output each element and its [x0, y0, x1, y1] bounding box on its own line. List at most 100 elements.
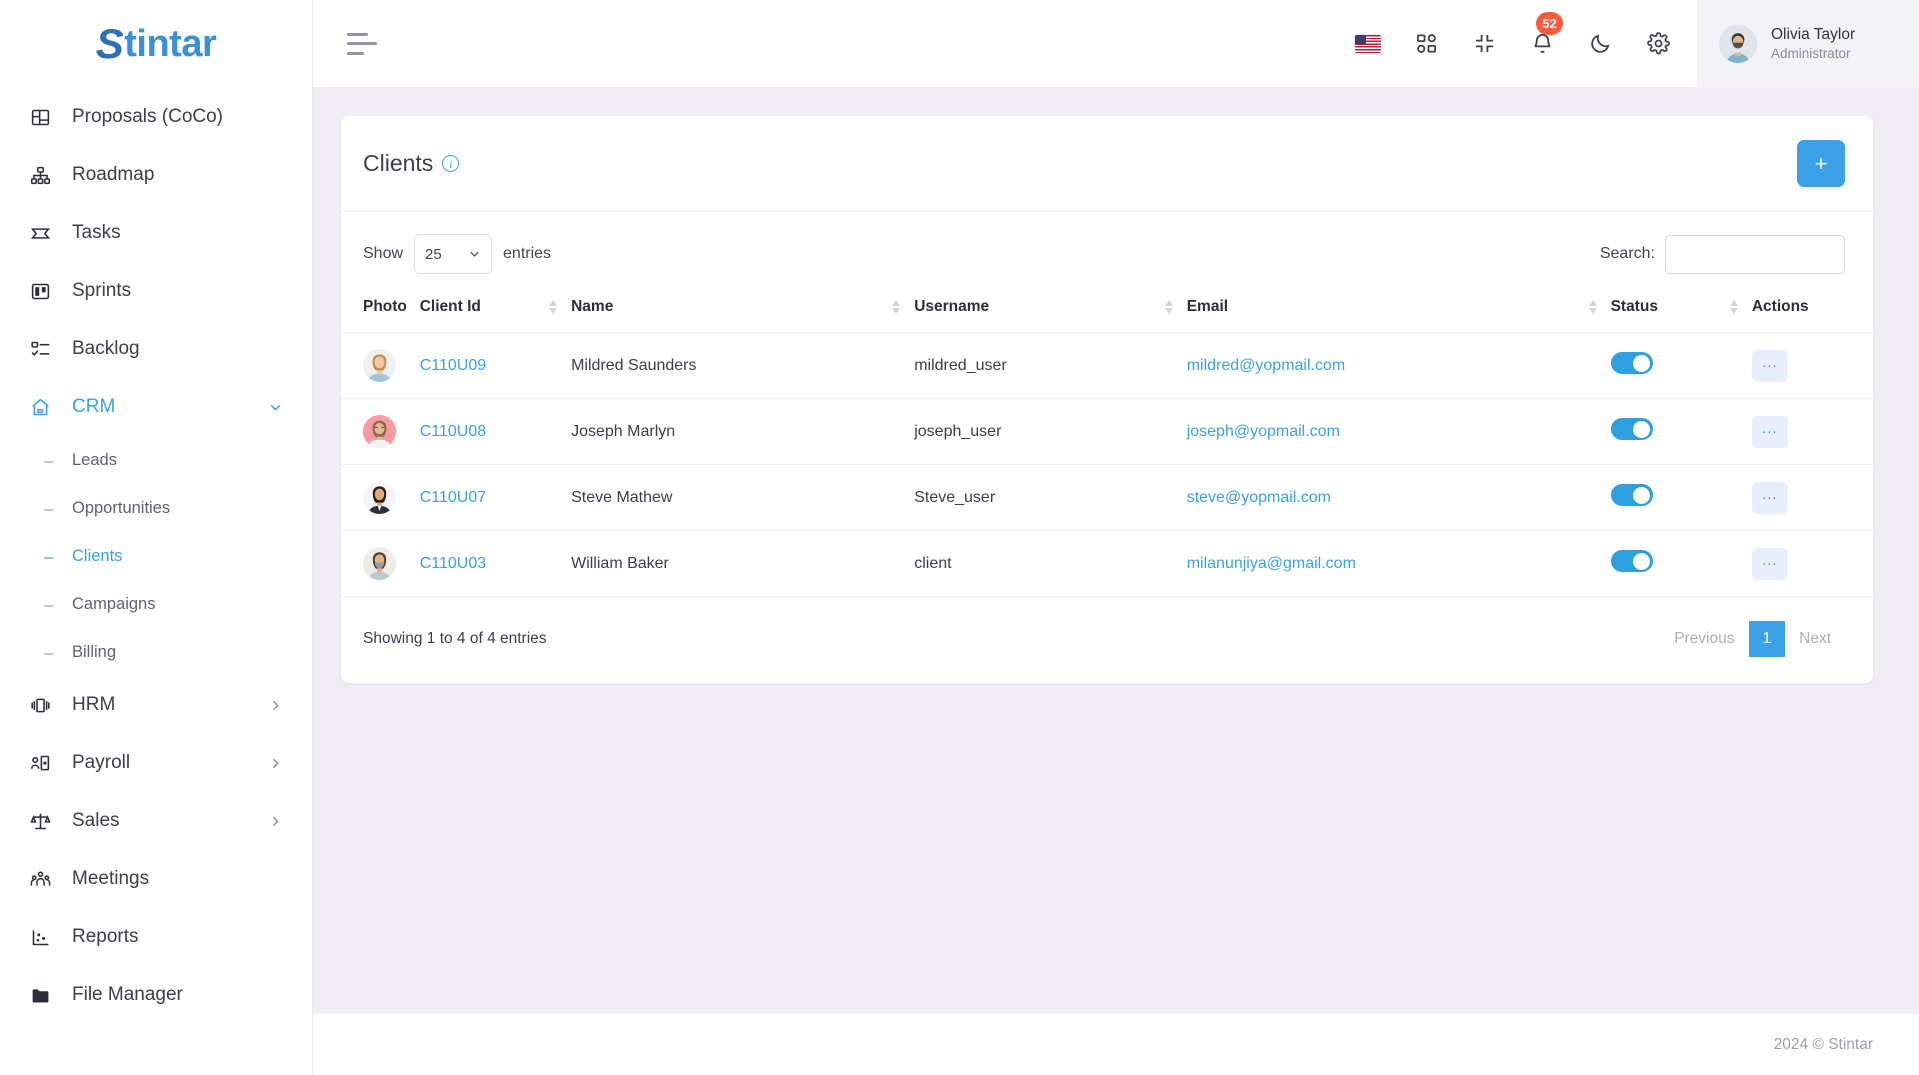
row-actions-button[interactable]: ...: [1751, 415, 1788, 448]
sidebar-item-label: Payroll: [72, 752, 131, 773]
page-footer: 2024 © Stintar: [313, 1013, 1919, 1075]
fullscreen-toggle[interactable]: [1455, 0, 1513, 88]
search-label: Search:: [1599, 245, 1655, 262]
sidebar-subitem-label: Clients: [72, 546, 123, 565]
cell-email: milanunjiya@gmail.com: [1186, 530, 1611, 597]
sidebar-subitem-opportunities[interactable]: – Opportunities: [0, 484, 312, 532]
settings-button[interactable]: [1629, 0, 1687, 88]
row-actions-button[interactable]: ...: [1751, 481, 1788, 514]
sidebar-item-meetings[interactable]: Meetings: [0, 850, 312, 908]
sidebar-subitem-leads[interactable]: – Leads: [0, 436, 312, 484]
client-id-link[interactable]: C110U03: [420, 555, 486, 572]
sidebar-item-backlog[interactable]: Backlog: [0, 320, 312, 378]
column-label: Email: [1186, 298, 1229, 315]
sidebar-subitem-campaigns[interactable]: – Campaigns: [0, 580, 312, 628]
content-area: Clients i + Show 10 25 50 100: [313, 88, 1919, 1013]
sidebar-item-crm[interactable]: CRM: [0, 378, 312, 436]
column-header-status[interactable]: Status: [1610, 284, 1752, 333]
cell-username: mildred_user: [914, 332, 1187, 399]
cell-photo: [341, 464, 420, 531]
hamburger-icon[interactable]: [347, 32, 377, 55]
theme-toggle[interactable]: [1571, 0, 1629, 88]
table-body: C110U09 Mildred Saunders mildred_user mi…: [341, 332, 1873, 597]
column-header-name[interactable]: Name: [571, 284, 915, 333]
brand-logo[interactable]: Stintar: [0, 0, 312, 88]
cell-status: [1610, 464, 1752, 531]
sidebar-item-file-manager[interactable]: File Manager: [0, 966, 312, 1024]
status-toggle[interactable]: [1610, 352, 1653, 374]
us-flag-icon: [1355, 34, 1381, 53]
add-client-button[interactable]: +: [1797, 140, 1845, 187]
entries-label: entries: [503, 245, 552, 262]
email-link[interactable]: joseph@yopmail.com: [1187, 423, 1340, 440]
sidebar-item-tasks[interactable]: Tasks: [0, 204, 312, 262]
dash-icon: –: [44, 498, 54, 518]
notification-count-badge: 52: [1536, 11, 1563, 35]
sidebar-item-sprints[interactable]: Sprints: [0, 262, 312, 320]
brand-name: tintar: [124, 22, 217, 65]
reports-icon: [28, 925, 52, 949]
email-link[interactable]: steve@yopmail.com: [1187, 489, 1331, 506]
pagination-page-1[interactable]: 1: [1748, 621, 1786, 657]
client-id-link[interactable]: C110U08: [420, 423, 486, 440]
status-toggle[interactable]: [1610, 484, 1653, 506]
search-input[interactable]: [1665, 234, 1845, 274]
client-id-link[interactable]: C110U07: [420, 489, 486, 506]
sidebar-item-payroll[interactable]: Payroll: [0, 734, 312, 792]
pagination-previous[interactable]: Previous: [1660, 621, 1748, 657]
folder-icon: [28, 983, 52, 1007]
column-header-client-id[interactable]: Client Id: [419, 284, 572, 333]
crm-icon: [28, 395, 52, 419]
sidebar-item-reports[interactable]: Reports: [0, 908, 312, 966]
cell-photo: [341, 530, 420, 597]
apps-grid-button[interactable]: [1397, 0, 1455, 88]
cell-photo: [341, 332, 420, 399]
pagination-next[interactable]: Next: [1785, 621, 1845, 657]
info-icon[interactable]: i: [442, 155, 460, 172]
dash-icon: –: [44, 546, 54, 566]
clients-table: Photo Client Id Name Username Email Stat…: [341, 284, 1873, 597]
sidebar-subitem-billing[interactable]: – Billing: [0, 628, 312, 676]
row-actions-button[interactable]: ...: [1751, 349, 1788, 382]
sort-toggle-icon[interactable]: [1729, 300, 1738, 314]
client-id-link[interactable]: C110U09: [420, 357, 486, 374]
table-head: Photo Client Id Name Username Email Stat…: [341, 284, 1873, 333]
sidebar-subitem-label: Billing: [72, 642, 117, 661]
column-label: Client Id: [419, 298, 481, 315]
sidebar-item-label: Sales: [72, 810, 120, 831]
sales-icon: [28, 809, 52, 833]
sidebar-item-sales[interactable]: Sales: [0, 792, 312, 850]
cell-username: Steve_user: [914, 464, 1187, 531]
row-actions-button[interactable]: ...: [1751, 547, 1788, 580]
column-header-email[interactable]: Email: [1186, 284, 1611, 333]
chevron-down-icon: [267, 399, 284, 416]
sidebar-item-roadmap[interactable]: Roadmap: [0, 146, 312, 204]
cell-username: client: [914, 530, 1187, 597]
email-link[interactable]: mildred@yopmail.com: [1187, 357, 1346, 374]
status-toggle[interactable]: [1610, 550, 1653, 572]
sort-toggle-icon[interactable]: [549, 300, 558, 314]
notifications-button[interactable]: 52: [1513, 0, 1571, 88]
sidebar-subitem-clients[interactable]: – Clients: [0, 532, 312, 580]
sidebar-item-hrm[interactable]: HRM: [0, 676, 312, 734]
cell-name: William Baker: [571, 530, 915, 597]
column-header-username[interactable]: Username: [914, 284, 1187, 333]
bell-icon: [1531, 32, 1554, 55]
copyright-text: 2024 © Stintar: [1773, 1035, 1873, 1053]
language-selector[interactable]: [1339, 0, 1397, 88]
sidebar-subitem-label: Campaigns: [72, 594, 156, 613]
sort-toggle-icon[interactable]: [892, 300, 901, 314]
page-size-select[interactable]: 10 25 50 100: [414, 234, 493, 274]
cell-name: Mildred Saunders: [571, 332, 915, 399]
page-title: Clients i: [363, 150, 460, 177]
cell-photo: [341, 398, 420, 465]
status-toggle[interactable]: [1610, 418, 1653, 440]
entries-info: Showing 1 to 4 of 4 entries: [363, 630, 547, 647]
sort-toggle-icon[interactable]: [1588, 300, 1597, 314]
cell-status: [1610, 398, 1752, 465]
sidebar-item-proposals[interactable]: Proposals (CoCo): [0, 88, 312, 146]
avatar: [363, 349, 396, 382]
sort-toggle-icon[interactable]: [1164, 300, 1173, 314]
email-link[interactable]: milanunjiya@gmail.com: [1187, 555, 1356, 572]
profile-menu[interactable]: Olivia Taylor Administrator: [1697, 0, 1919, 88]
